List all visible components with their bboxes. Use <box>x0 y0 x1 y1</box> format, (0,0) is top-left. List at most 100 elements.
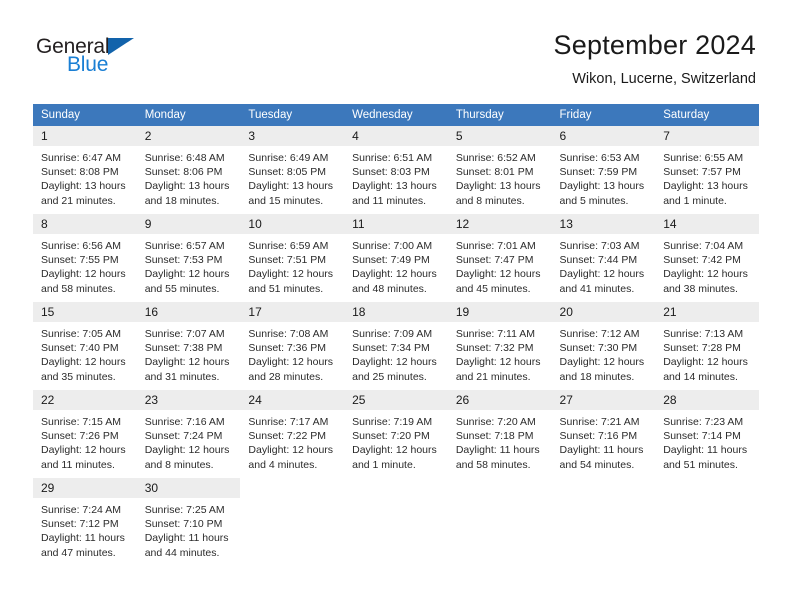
calendar-day-cell-25[interactable]: 25 Sunrise: 7:19 AM Sunset: 7:20 PM Dayligh… <box>344 390 448 478</box>
day-number: 24 <box>240 390 345 410</box>
day-details: Sunrise: 6:51 AM Sunset: 8:03 PM Daylight:… <box>344 146 448 208</box>
calendar-day-cell-18[interactable]: 18 Sunrise: 7:09 AM Sunset: 7:34 PM Dayligh… <box>344 302 448 390</box>
calendar-day-cell-1[interactable]: 1 Sunrise: 6:47 AM Sunset: 8:08 PM Daylight… <box>33 126 137 214</box>
daylight-text-line1: Daylight: 12 hours <box>352 356 437 369</box>
calendar-day-cell-26[interactable]: 26 Sunrise: 7:20 AM Sunset: 7:18 PM Dayligh… <box>447 390 552 478</box>
calendar-day-cell-5[interactable]: 5 Sunrise: 6:52 AM Sunset: 8:01 PM Daylight… <box>447 126 552 214</box>
calendar-day-cell-8[interactable]: 8 Sunrise: 6:56 AM Sunset: 7:55 PM Daylight… <box>33 214 137 302</box>
sunset-text: Sunset: 7:34 PM <box>352 342 430 355</box>
sunrise-text: Sunrise: 7:13 AM <box>663 328 744 340</box>
calendar-day-cell-23[interactable]: 23 Sunrise: 7:16 AM Sunset: 7:24 PM Dayligh… <box>136 390 241 478</box>
weekday-header-tuesday: Tuesday <box>240 104 345 126</box>
brand-name-blue: Blue <box>67 53 109 76</box>
sunrise-text: Sunrise: 6:51 AM <box>352 152 433 164</box>
calendar-day-cell-19[interactable]: 19 Sunrise: 7:11 AM Sunset: 7:32 PM Dayligh… <box>447 302 552 390</box>
sunset-text: Sunset: 8:08 PM <box>41 166 119 179</box>
calendar-day-cell-13[interactable]: 13 Sunrise: 7:03 AM Sunset: 7:44 PM Dayligh… <box>551 214 656 302</box>
daylight-text-line1: Daylight: 12 hours <box>144 444 230 457</box>
sunrise-text: Sunrise: 6:59 AM <box>248 240 329 252</box>
day-details: Sunrise: 7:24 AM Sunset: 7:12 PM Daylight:… <box>33 498 137 560</box>
calendar-day-cell-20[interactable]: 20 Sunrise: 7:12 AM Sunset: 7:30 PM Dayligh… <box>551 302 656 390</box>
day-details: Sunrise: 7:09 AM Sunset: 7:34 PM Daylight:… <box>344 322 448 384</box>
daylight-text-line2: and 25 minutes. <box>352 370 427 383</box>
daylight-text-line1: Daylight: 11 hours <box>455 444 540 457</box>
day-number: 7 <box>655 126 759 146</box>
day-number: 10 <box>240 214 345 234</box>
day-number: 14 <box>655 214 759 234</box>
daylight-text-line1: Daylight: 12 hours <box>41 444 126 457</box>
calendar-day-cell-12[interactable]: 12 Sunrise: 7:01 AM Sunset: 7:47 PM Dayligh… <box>447 214 552 302</box>
weekday-header-friday: Friday <box>551 104 656 126</box>
daylight-text-line1: Daylight: 12 hours <box>663 268 748 281</box>
sunrise-text: Sunrise: 7:00 AM <box>352 240 433 252</box>
calendar-day-cell-30[interactable]: 30 Sunrise: 7:25 AM Sunset: 7:10 PM Dayligh… <box>136 478 241 566</box>
calendar-day-cell-16[interactable]: 16 Sunrise: 7:07 AM Sunset: 7:38 PM Dayligh… <box>136 302 241 390</box>
day-details: Sunrise: 7:12 AM Sunset: 7:30 PM Daylight:… <box>552 322 656 384</box>
day-details: Sunrise: 7:19 AM Sunset: 7:20 PM Daylight:… <box>344 410 448 472</box>
calendar-day-cell-11[interactable]: 11 Sunrise: 7:00 AM Sunset: 7:49 PM Dayligh… <box>344 214 448 302</box>
calendar-day-cell-3[interactable]: 3 Sunrise: 6:49 AM Sunset: 8:05 PM Daylight… <box>240 126 345 214</box>
sunset-text: Sunset: 7:20 PM <box>352 430 430 443</box>
calendar-day-cell-empty <box>448 478 552 566</box>
brand-logo[interactable]: General Blue <box>36 30 156 82</box>
calendar-day-cell-4[interactable]: 4 Sunrise: 6:51 AM Sunset: 8:03 PM Daylight… <box>344 126 448 214</box>
sunrise-text: Sunrise: 7:15 AM <box>41 416 121 428</box>
weekday-header-wednesday: Wednesday <box>344 104 448 126</box>
day-number: 18 <box>344 302 448 322</box>
day-number: 29 <box>33 478 137 498</box>
daylight-text-line1: Daylight: 13 hours <box>41 180 126 193</box>
sunset-text: Sunset: 7:22 PM <box>248 430 327 443</box>
daylight-text-line1: Daylight: 12 hours <box>144 356 230 369</box>
day-details: Sunrise: 7:15 AM Sunset: 7:26 PM Daylight:… <box>33 410 137 472</box>
day-number: 15 <box>33 302 137 322</box>
calendar-day-cell-6[interactable]: 6 Sunrise: 6:53 AM Sunset: 7:59 PM Daylight… <box>551 126 656 214</box>
calendar-day-cell-2[interactable]: 2 Sunrise: 6:48 AM Sunset: 8:06 PM Daylight… <box>136 126 241 214</box>
weekday-header-monday: Monday <box>136 104 241 126</box>
calendar-day-cell-28[interactable]: 28 Sunrise: 7:23 AM Sunset: 7:14 PM Dayligh… <box>655 390 759 478</box>
daylight-text-line2: and 1 minute. <box>663 194 727 207</box>
daylight-text-line2: and 54 minutes. <box>559 458 635 471</box>
daylight-text-line1: Daylight: 11 hours <box>144 532 229 545</box>
sunset-text: Sunset: 7:47 PM <box>455 254 534 267</box>
sunrise-text: Sunrise: 6:57 AM <box>144 240 225 252</box>
day-details: Sunrise: 6:49 AM Sunset: 8:05 PM Daylight:… <box>240 146 344 208</box>
calendar-day-cell-22[interactable]: 22 Sunrise: 7:15 AM Sunset: 7:26 PM Dayligh… <box>33 390 137 478</box>
sunset-text: Sunset: 7:16 PM <box>559 430 638 443</box>
day-details: Sunrise: 7:13 AM Sunset: 7:28 PM Daylight:… <box>655 322 759 384</box>
day-details: Sunrise: 7:21 AM Sunset: 7:16 PM Daylight:… <box>552 410 656 472</box>
sunrise-text: Sunrise: 7:25 AM <box>144 504 225 516</box>
day-details: Sunrise: 7:04 AM Sunset: 7:42 PM Daylight:… <box>655 234 759 296</box>
sunrise-text: Sunrise: 7:20 AM <box>455 416 536 428</box>
day-details: Sunrise: 6:59 AM Sunset: 7:51 PM Daylight:… <box>240 234 344 296</box>
calendar-day-cell-15[interactable]: 15 Sunrise: 7:05 AM Sunset: 7:40 PM Dayligh… <box>33 302 137 390</box>
sunrise-text: Sunrise: 6:47 AM <box>41 152 121 164</box>
calendar-day-cell-29[interactable]: 29 Sunrise: 7:24 AM Sunset: 7:12 PM Dayligh… <box>33 478 137 566</box>
daylight-text-line2: and 21 minutes. <box>41 194 116 207</box>
calendar-page: General Blue September 2024 Wikon, Lucer… <box>0 0 792 612</box>
day-number: 20 <box>551 302 656 322</box>
calendar-week-row: 8 Sunrise: 6:56 AM Sunset: 7:55 PM Daylight… <box>33 214 759 302</box>
daylight-text-line2: and 51 minutes. <box>248 282 324 295</box>
calendar-day-cell-10[interactable]: 10 Sunrise: 6:59 AM Sunset: 7:51 PM Dayligh… <box>240 214 345 302</box>
sunset-text: Sunset: 7:42 PM <box>663 254 741 267</box>
sunset-text: Sunset: 7:57 PM <box>663 166 741 179</box>
daylight-text-line1: Daylight: 13 hours <box>248 180 334 193</box>
calendar-day-cell-21[interactable]: 21 Sunrise: 7:13 AM Sunset: 7:28 PM Dayligh… <box>655 302 759 390</box>
daylight-text-line2: and 8 minutes. <box>144 458 214 471</box>
daylight-text-line1: Daylight: 13 hours <box>559 180 645 193</box>
daylight-text-line2: and 4 minutes. <box>248 458 318 471</box>
daylight-text-line2: and 47 minutes. <box>41 546 116 559</box>
calendar-day-cell-7[interactable]: 7 Sunrise: 6:55 AM Sunset: 7:57 PM Daylight… <box>655 126 759 214</box>
calendar-day-cell-27[interactable]: 27 Sunrise: 7:21 AM Sunset: 7:16 PM Dayligh… <box>551 390 656 478</box>
sunrise-text: Sunrise: 6:48 AM <box>144 152 225 164</box>
day-details: Sunrise: 7:25 AM Sunset: 7:10 PM Daylight:… <box>137 498 241 560</box>
calendar-day-cell-24[interactable]: 24 Sunrise: 7:17 AM Sunset: 7:22 PM Dayligh… <box>240 390 345 478</box>
calendar-day-cell-17[interactable]: 17 Sunrise: 7:08 AM Sunset: 7:36 PM Dayligh… <box>240 302 345 390</box>
calendar-day-cell-9[interactable]: 9 Sunrise: 6:57 AM Sunset: 7:53 PM Daylight… <box>136 214 241 302</box>
calendar-week-row: 22 Sunrise: 7:15 AM Sunset: 7:26 PM Dayligh… <box>33 390 759 478</box>
sunrise-text: Sunrise: 7:19 AM <box>352 416 433 428</box>
sunrise-text: Sunrise: 6:56 AM <box>41 240 121 252</box>
day-details: Sunrise: 7:11 AM Sunset: 7:32 PM Daylight:… <box>448 322 552 384</box>
sunset-text: Sunset: 7:18 PM <box>455 430 534 443</box>
calendar-day-cell-14[interactable]: 14 Sunrise: 7:04 AM Sunset: 7:42 PM Dayligh… <box>655 214 759 302</box>
